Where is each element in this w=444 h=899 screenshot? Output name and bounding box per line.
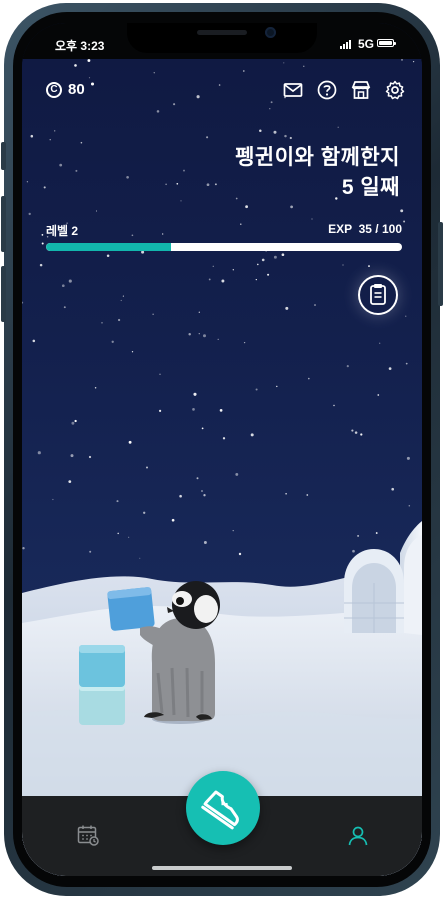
clipboard-icon: [370, 284, 386, 305]
exp-progress-fill: [46, 243, 171, 251]
coin-counter[interactable]: C 80: [46, 81, 85, 98]
signal-icon: [340, 40, 351, 49]
side-button-left-low: [1, 266, 6, 322]
clipboard-button[interactable]: [358, 275, 398, 315]
level-label: 레벨 2: [46, 224, 79, 238]
coin-value: 80: [68, 81, 85, 98]
battery-icon: [377, 39, 396, 47]
igloo: [344, 521, 422, 635]
side-button-right: [438, 222, 443, 306]
top-icon-bar: [282, 79, 406, 101]
side-button-left-top: [1, 142, 6, 170]
shoe-icon: [201, 790, 239, 830]
shop-icon[interactable]: [350, 79, 372, 101]
help-icon[interactable]: [316, 79, 338, 101]
days-together-title: 펭귄이와 함께한지 5 일째: [235, 143, 400, 203]
calendar-icon: [77, 825, 99, 846]
profile-button[interactable]: [346, 824, 368, 846]
notch: [127, 23, 317, 53]
side-button-left-mid: [1, 196, 6, 252]
profile-icon: [348, 826, 368, 846]
speaker: [197, 30, 247, 35]
walk-button[interactable]: [186, 771, 260, 845]
mail-icon[interactable]: [282, 79, 304, 101]
calendar-button[interactable]: [76, 823, 99, 846]
coin-icon: C: [46, 81, 62, 98]
exp-progress-bar: [46, 243, 402, 251]
exp-label: EXP 35 / 100: [328, 222, 402, 236]
network-label: 5G: [358, 37, 375, 51]
home-indicator: [152, 866, 292, 870]
app-screen: 오후 3:23 5G C 80 펭귄이와 함께한지 5 일째 레벨 2 EXP …: [22, 23, 422, 876]
title-line-2: 5 일째: [341, 176, 400, 199]
settings-icon[interactable]: [384, 79, 406, 101]
camera: [265, 27, 276, 38]
title-line-1: 펭귄이와 함께한지: [235, 146, 400, 169]
status-time: 오후 3:23: [55, 39, 105, 53]
